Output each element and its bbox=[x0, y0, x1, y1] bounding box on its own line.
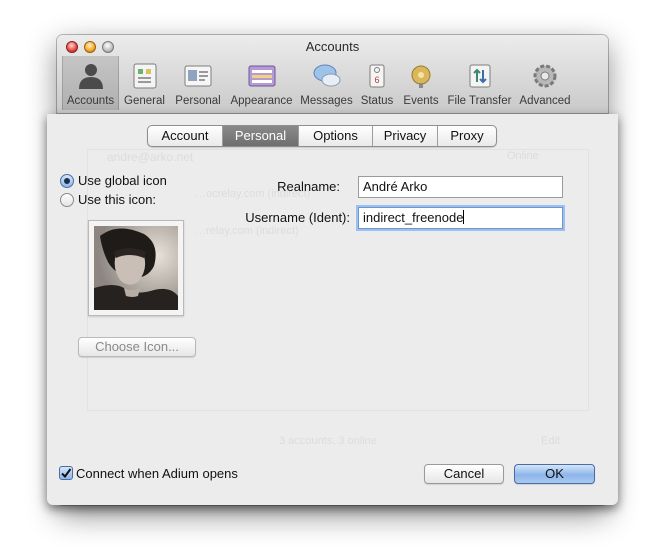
toolbar-label: Messages bbox=[300, 95, 353, 107]
messages-icon bbox=[312, 61, 342, 91]
use-global-icon-label: Use global icon bbox=[78, 173, 167, 188]
use-global-icon-radio[interactable] bbox=[60, 173, 74, 188]
background-edit-button: Edit bbox=[541, 435, 560, 447]
appearance-icon bbox=[247, 61, 277, 91]
toolbar-label: Status bbox=[360, 95, 394, 107]
toolbar-label: File Transfer bbox=[447, 95, 512, 107]
toolbar-item-status[interactable]: 6 Status bbox=[356, 56, 398, 110]
svg-text:6: 6 bbox=[374, 75, 379, 85]
file-transfer-icon bbox=[465, 61, 495, 91]
toolbar-item-file-transfer[interactable]: File Transfer bbox=[444, 56, 515, 110]
advanced-icon bbox=[530, 61, 560, 91]
accounts-window: Accounts Accounts General Personal Appea… bbox=[47, 35, 618, 505]
accounts-icon bbox=[76, 61, 106, 91]
background-account-count: 3 accounts, 3 online bbox=[279, 435, 377, 447]
ok-button[interactable]: OK bbox=[514, 464, 595, 484]
connect-on-launch-checkbox[interactable] bbox=[59, 466, 73, 480]
account-edit-sheet: andre@arko.net Online …ocrelay.com (indi… bbox=[47, 114, 618, 505]
status-icon: 6 bbox=[362, 61, 392, 91]
tab-account[interactable]: Account bbox=[148, 126, 223, 146]
username-field[interactable]: indirect_freenode bbox=[358, 207, 563, 229]
realname-field[interactable]: André Arko bbox=[358, 176, 563, 198]
background-account-row: …relay.com (indirect) bbox=[195, 225, 299, 237]
radio-selected-dot bbox=[64, 177, 70, 184]
connect-on-launch-label: Connect when Adium opens bbox=[76, 466, 238, 481]
cancel-button[interactable]: Cancel bbox=[424, 464, 504, 484]
realname-label: Realname: bbox=[277, 179, 340, 194]
background-account-row: andre@arko.net bbox=[107, 150, 194, 164]
toolbar-item-general[interactable]: General bbox=[119, 56, 170, 110]
preferences-toolbar: Accounts General Personal Appearance Mes… bbox=[62, 56, 575, 110]
toolbar-label: Personal bbox=[175, 95, 221, 107]
background-account-status: Online bbox=[507, 150, 539, 162]
choose-icon-button[interactable]: Choose Icon... bbox=[78, 337, 196, 357]
use-this-icon-label: Use this icon: bbox=[78, 192, 157, 207]
toolbar-label: Advanced bbox=[519, 95, 571, 107]
toolbar-label: General bbox=[124, 95, 165, 107]
text-caret bbox=[463, 210, 465, 224]
toolbar-label: Appearance bbox=[230, 95, 293, 107]
titlebar: Accounts Accounts General Personal Appea… bbox=[57, 35, 608, 114]
toolbar-item-events[interactable]: Events bbox=[398, 56, 444, 110]
general-icon bbox=[130, 61, 160, 91]
window-title: Accounts bbox=[305, 39, 360, 54]
checkmark-icon bbox=[61, 468, 72, 479]
user-photo bbox=[94, 226, 178, 310]
use-this-icon-radio[interactable] bbox=[60, 192, 74, 207]
username-label: Username (Ident): bbox=[245, 210, 350, 225]
toolbar-item-advanced[interactable]: Advanced bbox=[515, 56, 575, 110]
use-this-icon-option[interactable]: Use this icon: bbox=[60, 192, 156, 207]
user-icon-well[interactable] bbox=[88, 220, 184, 316]
toolbar-item-appearance[interactable]: Appearance bbox=[226, 56, 297, 110]
toolbar-item-accounts[interactable]: Accounts bbox=[62, 56, 119, 110]
tab-personal[interactable]: Personal bbox=[223, 126, 299, 146]
settings-tab-control: Account Personal Options Privacy Proxy bbox=[147, 125, 497, 147]
events-icon bbox=[406, 61, 436, 91]
use-global-icon-option[interactable]: Use global icon bbox=[60, 173, 167, 188]
tab-proxy[interactable]: Proxy bbox=[438, 126, 496, 146]
toolbar-item-messages[interactable]: Messages bbox=[297, 56, 356, 110]
toolbar-label: Accounts bbox=[66, 95, 115, 107]
username-value: indirect_freenode bbox=[363, 210, 464, 225]
tab-options[interactable]: Options bbox=[299, 126, 373, 146]
toolbar-label: Events bbox=[403, 95, 439, 107]
personal-icon bbox=[183, 61, 213, 91]
toolbar-item-personal[interactable]: Personal bbox=[170, 56, 226, 110]
tab-privacy[interactable]: Privacy bbox=[373, 126, 438, 146]
